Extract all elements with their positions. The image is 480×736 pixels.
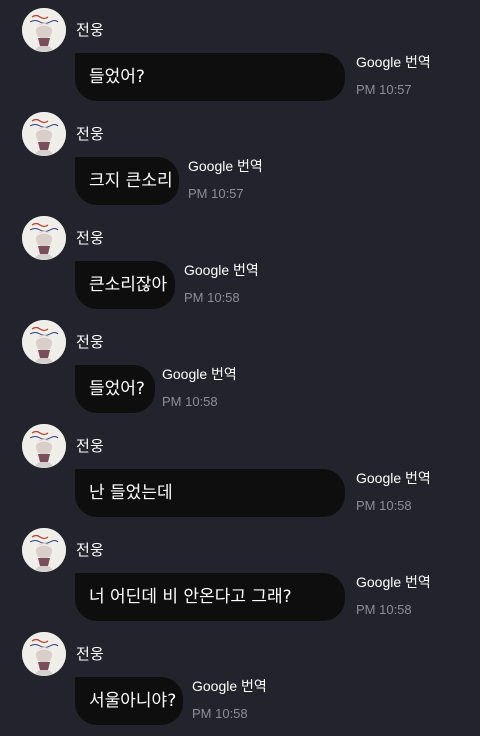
- message-timestamp: PM 10:58: [192, 706, 248, 721]
- google-translate-link[interactable]: Google 번역: [184, 261, 259, 279]
- chat-message: 전웅 큰소리잖아 Google 번역 PM 10:58: [0, 216, 480, 320]
- avatar[interactable]: [22, 320, 66, 364]
- avatar[interactable]: [22, 8, 66, 52]
- avatar[interactable]: [22, 112, 66, 156]
- sender-name: 전웅: [76, 645, 105, 663]
- chat-message: 전웅 서울아니야? Google 번역 PM 10:58: [0, 632, 480, 736]
- avatar[interactable]: [22, 528, 66, 572]
- chat-message: 전웅 들었어? Google 번역 PM 10:57: [0, 8, 480, 112]
- chat-message: 전웅 너 어딘데 비 안온다고 그래? Google 번역 PM 10:58: [0, 528, 480, 632]
- message-bubble[interactable]: 난 들었는데: [75, 469, 345, 517]
- avatar[interactable]: [22, 424, 66, 468]
- message-timestamp: PM 10:58: [184, 290, 240, 305]
- google-translate-link[interactable]: Google 번역: [188, 157, 263, 175]
- google-translate-link[interactable]: Google 번역: [356, 53, 431, 71]
- chat-message: 전웅 들었어? Google 번역 PM 10:58: [0, 320, 480, 424]
- message-bubble[interactable]: 크지 큰소리: [75, 157, 179, 205]
- google-translate-link[interactable]: Google 번역: [192, 677, 267, 695]
- sender-name: 전웅: [76, 21, 105, 39]
- google-translate-link[interactable]: Google 번역: [356, 469, 431, 487]
- sender-name: 전웅: [76, 333, 105, 351]
- message-timestamp: PM 10:58: [356, 498, 412, 513]
- sender-name: 전웅: [76, 541, 105, 559]
- chat-message: 전웅 난 들었는데 Google 번역 PM 10:58: [0, 424, 480, 528]
- chat-message: 전웅 크지 큰소리 Google 번역 PM 10:57: [0, 112, 480, 216]
- message-timestamp: PM 10:58: [356, 602, 412, 617]
- avatar[interactable]: [22, 216, 66, 260]
- message-bubble[interactable]: 들었어?: [75, 365, 155, 413]
- avatar[interactable]: [22, 632, 66, 676]
- message-bubble[interactable]: 큰소리잖아: [75, 261, 175, 309]
- google-translate-link[interactable]: Google 번역: [356, 573, 431, 591]
- sender-name: 전웅: [76, 229, 105, 247]
- sender-name: 전웅: [76, 125, 105, 143]
- message-bubble[interactable]: 너 어딘데 비 안온다고 그래?: [75, 573, 345, 621]
- message-bubble[interactable]: 서울아니야?: [75, 677, 183, 725]
- message-timestamp: PM 10:58: [162, 394, 218, 409]
- sender-name: 전웅: [76, 437, 105, 455]
- message-timestamp: PM 10:57: [356, 82, 412, 97]
- message-bubble[interactable]: 들었어?: [75, 53, 345, 101]
- google-translate-link[interactable]: Google 번역: [162, 365, 237, 383]
- message-timestamp: PM 10:57: [188, 186, 244, 201]
